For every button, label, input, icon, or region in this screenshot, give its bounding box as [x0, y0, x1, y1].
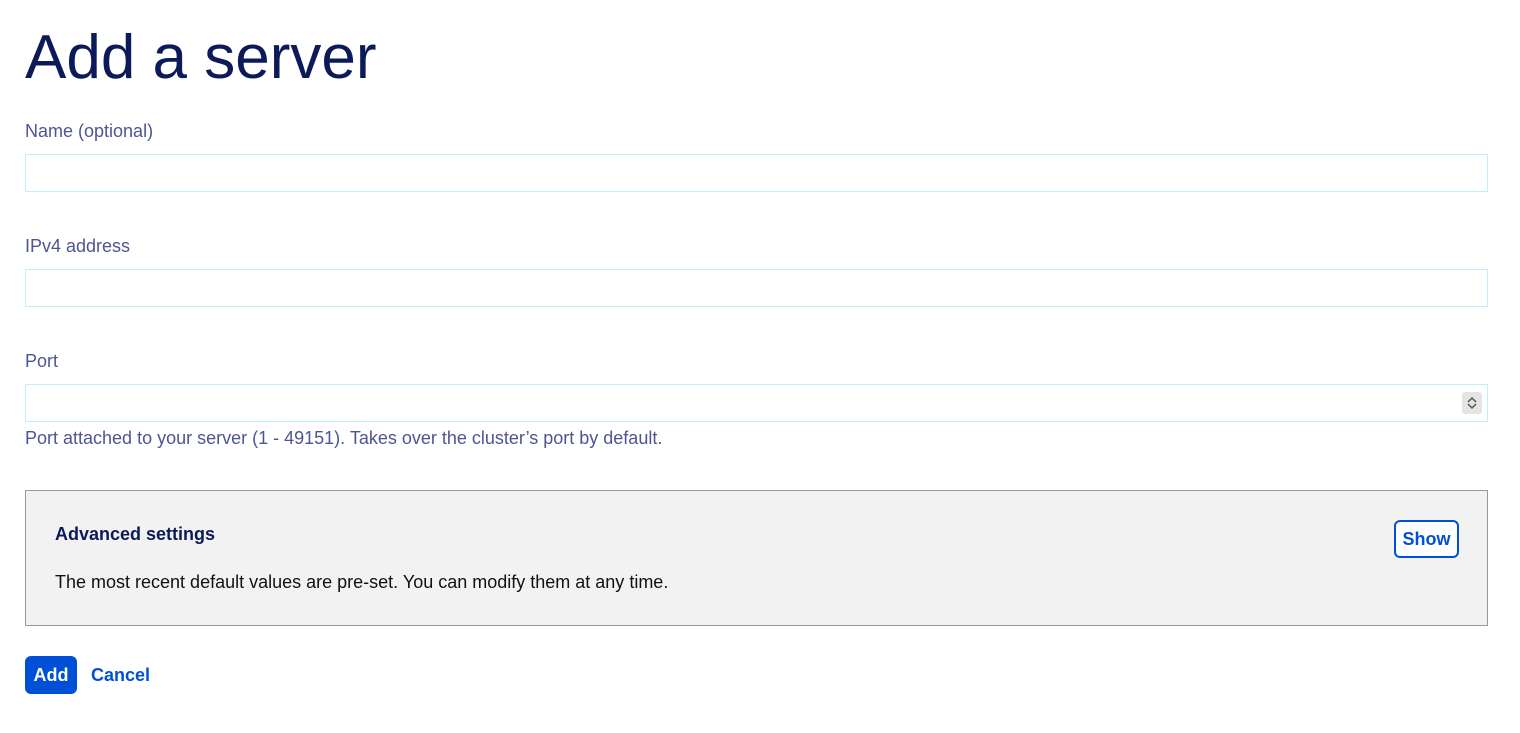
- port-label: Port: [25, 351, 59, 371]
- name-label: Name (optional): [25, 121, 154, 141]
- advanced-settings-description: The most recent default values are pre-s…: [55, 572, 669, 592]
- ipv4-input[interactable]: [25, 269, 1488, 307]
- name-input[interactable]: [25, 154, 1488, 192]
- port-helper-text: Port attached to your server (1 - 49151)…: [25, 428, 663, 448]
- spinner-up-icon[interactable]: [1467, 396, 1477, 403]
- spinner-down-icon[interactable]: [1467, 403, 1477, 410]
- advanced-settings-panel: Advanced settings The most recent defaul…: [25, 490, 1488, 626]
- add-server-page: Add a server Name (optional) IPv4 addres…: [0, 0, 1520, 733]
- add-button[interactable]: Add: [25, 656, 77, 694]
- spinner-arrows-icon[interactable]: [1462, 392, 1482, 414]
- show-advanced-button[interactable]: Show: [1394, 520, 1459, 558]
- port-input[interactable]: [25, 384, 1488, 422]
- port-field: [25, 384, 1488, 422]
- advanced-settings-title: Advanced settings: [55, 524, 216, 544]
- cancel-link[interactable]: Cancel: [91, 664, 150, 686]
- ipv4-label: IPv4 address: [25, 236, 131, 256]
- page-title: Add a server: [25, 23, 377, 92]
